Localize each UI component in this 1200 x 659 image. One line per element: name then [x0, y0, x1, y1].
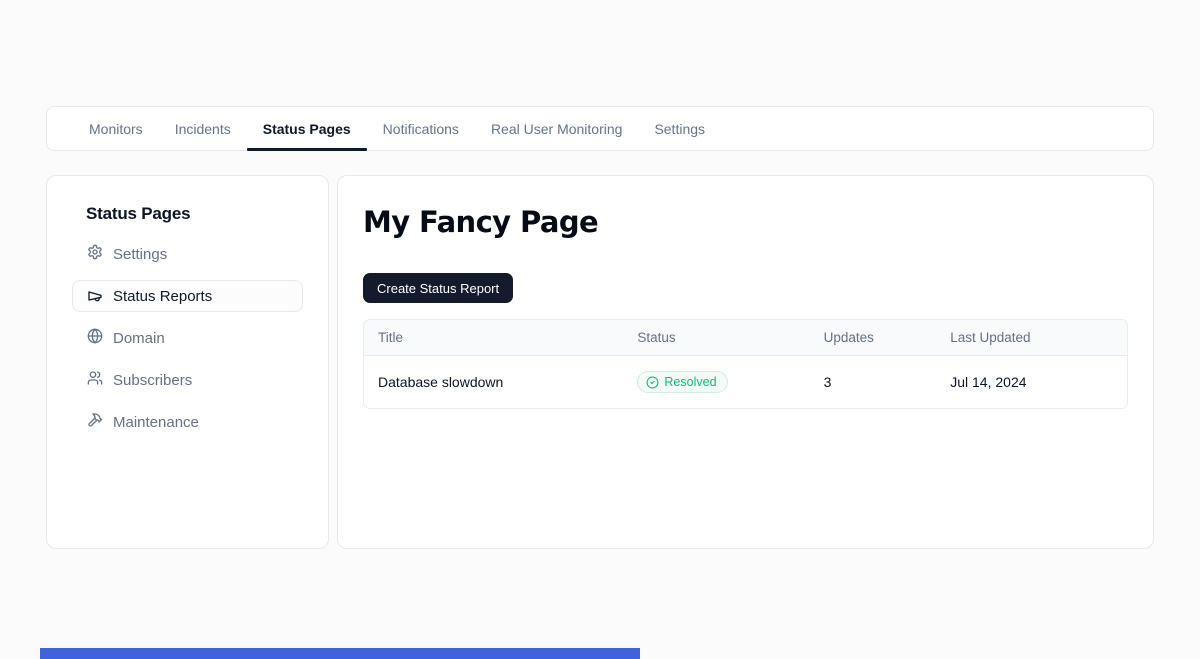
tab-monitors[interactable]: Monitors [73, 107, 159, 150]
tab-notifications[interactable]: Notifications [367, 107, 475, 150]
sidebar-item-label: Settings [113, 246, 167, 263]
sidebar-item-label: Subscribers [113, 372, 192, 389]
sidebar-item-settings[interactable]: Settings [72, 238, 303, 270]
sidebar-title: Status Pages [86, 204, 303, 224]
tab-settings[interactable]: Settings [638, 107, 721, 150]
page-title: My Fancy Page [363, 205, 1128, 239]
megaphone-icon [87, 288, 103, 304]
status-badge: Resolved [637, 371, 727, 393]
report-title-cell: Database slowdown [364, 374, 623, 390]
status-page-sidebar: Status Pages Settings Status Reports Dom… [46, 175, 329, 549]
report-last-updated-cell: Jul 14, 2024 [936, 374, 1127, 390]
users-icon [87, 370, 103, 390]
column-header-updates: Updates [810, 330, 937, 345]
circle-check-icon [646, 376, 659, 389]
tab-status-pages[interactable]: Status Pages [247, 107, 367, 150]
sidebar-item-status-reports[interactable]: Status Reports [72, 280, 303, 312]
column-header-title: Title [364, 330, 623, 345]
column-header-status: Status [623, 330, 809, 345]
sidebar-item-label: Maintenance [113, 414, 199, 431]
table-row[interactable]: Database slowdown Resolved 3 Jul 14, 202… [364, 356, 1127, 408]
main-content-card: My Fancy Page Create Status Report Title… [337, 175, 1154, 549]
sidebar-item-domain[interactable]: Domain [72, 322, 303, 354]
table-header-row: Title Status Updates Last Updated [364, 320, 1127, 356]
sidebar-item-maintenance[interactable]: Maintenance [72, 406, 303, 438]
status-reports-table: Title Status Updates Last Updated Databa… [363, 319, 1128, 409]
report-status-cell: Resolved [623, 371, 809, 393]
hammer-icon [87, 412, 103, 432]
gear-icon [87, 244, 103, 264]
sidebar-item-subscribers[interactable]: Subscribers [72, 364, 303, 396]
tab-incidents[interactable]: Incidents [159, 107, 247, 150]
sidebar-item-label: Domain [113, 330, 165, 347]
status-badge-label: Resolved [664, 375, 716, 389]
sidebar-item-label: Status Reports [113, 288, 212, 305]
column-header-last-updated: Last Updated [936, 330, 1127, 345]
tab-real-user-monitoring[interactable]: Real User Monitoring [475, 107, 639, 150]
top-navigation: Monitors Incidents Status Pages Notifica… [46, 106, 1154, 151]
report-updates-cell: 3 [810, 374, 937, 390]
globe-icon [87, 328, 103, 348]
bottom-progress-bar [40, 648, 640, 659]
create-status-report-button[interactable]: Create Status Report [363, 273, 513, 303]
